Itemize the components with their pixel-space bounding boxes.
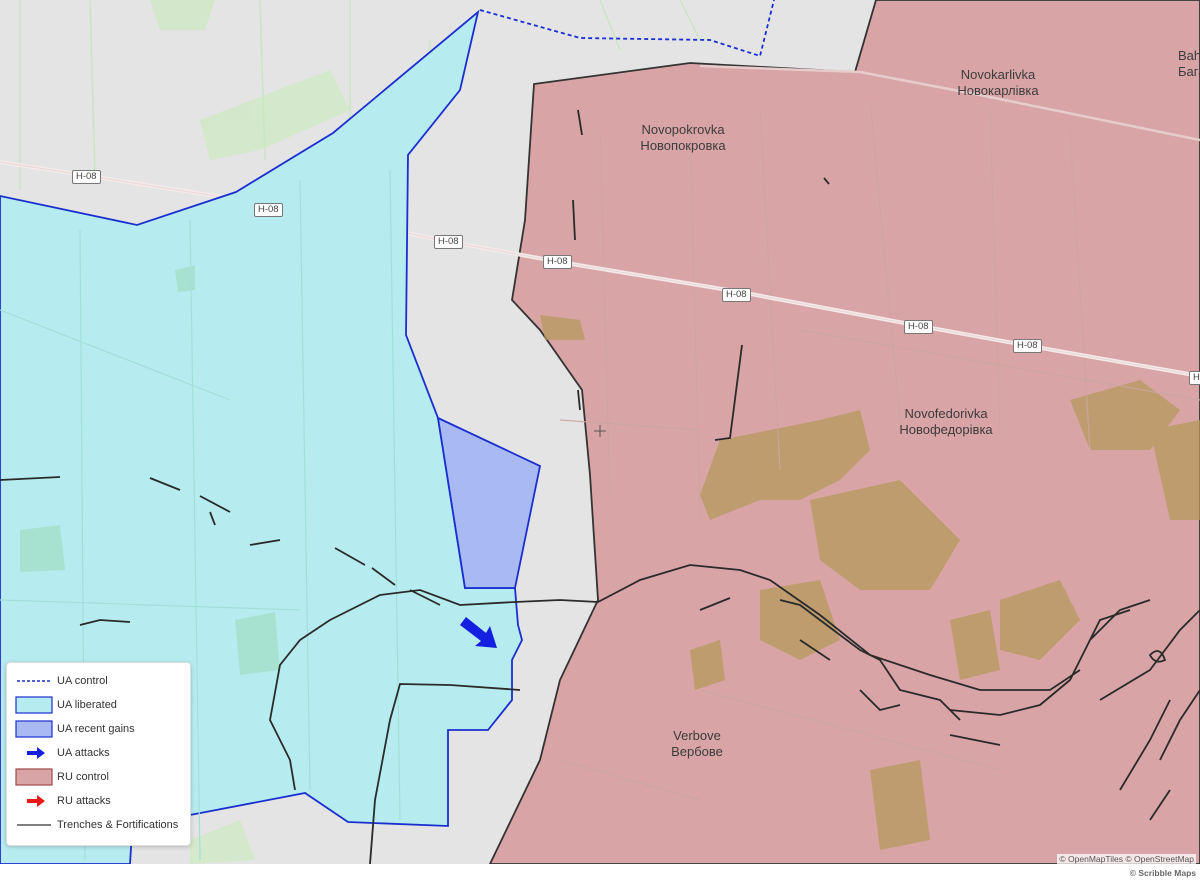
legend-label: Trenches & Fortifications — [57, 819, 179, 831]
fill-box-swatch — [15, 720, 53, 738]
attribution-osm[interactable]: © OpenMapTiles © OpenStreetMap — [1057, 854, 1196, 864]
attribution-bar — [0, 864, 1200, 880]
map-view[interactable]: Novokarlivka Новокарлівка Novopokrovka Н… — [0, 0, 1200, 880]
legend-label: RU control — [57, 771, 109, 783]
place-cyrillic: Вербове — [671, 744, 723, 759]
legend-item-ua-recent-gains: UA recent gains — [15, 719, 135, 739]
fill-box-swatch — [15, 696, 53, 714]
road-shield: H-08 — [543, 255, 572, 269]
legend-label: UA attacks — [57, 747, 110, 759]
place-cyrillic: Багате — [1178, 64, 1200, 79]
place-cyrillic: Новофедорівка — [899, 422, 993, 437]
attribution-scribble-maps[interactable]: © Scribble Maps — [1130, 868, 1196, 878]
place-label-novopokrovka: Novopokrovka Новопокровка — [640, 122, 725, 154]
legend-label: UA recent gains — [57, 723, 135, 735]
road-shield: H-08 — [1013, 339, 1042, 353]
legend-label: RU attacks — [57, 795, 111, 807]
crosshair-icon — [594, 425, 606, 437]
place-latin: Bahate — [1178, 48, 1200, 63]
place-cyrillic: Новопокровка — [640, 138, 726, 153]
legend-label: UA liberated — [57, 699, 117, 711]
legend-item-ua-control: UA control — [15, 671, 108, 691]
legend-item-ua-attacks: UA attacks — [15, 743, 110, 763]
dashed-line-swatch — [15, 672, 53, 690]
road-shield: H-08 — [904, 320, 933, 334]
place-latin: Novofedorivka — [904, 406, 988, 421]
place-latin: Novopokrovka — [641, 122, 725, 137]
legend-item-ru-attacks: RU attacks — [15, 791, 111, 811]
red-arrow-icon — [15, 792, 53, 810]
solid-line-swatch — [15, 816, 53, 834]
place-cyrillic: Новокарлівка — [957, 83, 1039, 98]
place-label-novokarlivka: Novokarlivka Новокарлівка — [957, 67, 1038, 99]
road-shield: H-08 — [1189, 371, 1200, 385]
place-label-novofedorivka: Novofedorivka Новофедорівка — [899, 406, 992, 438]
legend-item-trenches: Trenches & Fortifications — [15, 815, 178, 835]
legend-item-ua-liberated: UA liberated — [15, 695, 117, 715]
legend-label: UA control — [57, 675, 108, 687]
legend-item-ru-control: RU control — [15, 767, 109, 787]
fill-box-swatch — [15, 768, 53, 786]
place-label-bahate: Bahate Багате — [1178, 48, 1200, 80]
road-shield: H-08 — [434, 235, 463, 249]
place-latin: Novokarlivka — [960, 67, 1036, 82]
road-shield: H-08 — [72, 170, 101, 184]
road-shield: H-08 — [254, 203, 283, 217]
place-label-verbove: Verbove Вербове — [671, 728, 723, 760]
blue-arrow-icon — [15, 744, 53, 762]
map-legend: UA control UA liberated UA recent gains … — [6, 662, 191, 846]
road-shield: H-08 — [722, 288, 751, 302]
place-latin: Verbove — [673, 728, 721, 743]
